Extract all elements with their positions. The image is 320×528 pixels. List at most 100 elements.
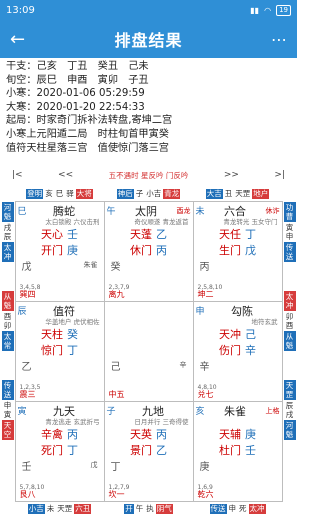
palace-grid: 登明亥巳驿大将 神后子小吉 青龙 大吉丑天罡 地户 巳腾蛇 太白锁殿 六仪击刑 天心壬开门庚…	[14, 186, 283, 516]
star-name: 天心	[41, 227, 63, 241]
palace-branch: 午	[106, 207, 116, 217]
palace-1[interactable]: 巳腾蛇 太白锁殿 六仪击刑 天心壬开门庚戊朱雀 3,4,5,8 巽四	[14, 200, 105, 302]
door-name: 死门	[41, 443, 63, 457]
top-cell: 登明亥巳驿大将	[15, 188, 104, 199]
side-label: 从魁	[283, 331, 296, 351]
palace-branch: 巳	[17, 207, 27, 217]
palace-extra: 辛	[179, 360, 187, 369]
side-label: 天罡	[283, 380, 296, 400]
star-name: 天英	[130, 427, 152, 441]
side-label: 传送	[1, 380, 14, 400]
wifi-icon: ◠	[264, 5, 272, 15]
palace-pattern: 太白锁殿 六仪击刑	[45, 217, 100, 226]
door-name: 开门	[41, 243, 63, 257]
palace-pattern: 青龙转光 玉女守门	[223, 217, 278, 226]
trigram-name: 震三	[19, 389, 36, 399]
top-tag: 驿	[66, 188, 74, 198]
bottom-tag: 太冲	[248, 503, 266, 514]
palace-star: 天英丙	[105, 426, 193, 442]
first-button[interactable]: |<	[12, 170, 23, 180]
door-name: 景门	[130, 443, 152, 457]
palace-9[interactable]: 亥朱雀 上格 天辅庚杜门壬庚 1,6,9 乾六	[192, 400, 283, 502]
side-label: 戌	[3, 223, 12, 232]
palace-door: 生门戊	[194, 242, 282, 258]
palace-branch: 申	[195, 307, 205, 317]
trigram-name: 离九	[108, 289, 125, 299]
palace-branch: 未	[195, 207, 205, 217]
bottom-tag: 申	[228, 503, 237, 513]
door-name: 惊门	[41, 343, 63, 357]
bottom-tag: 午	[135, 503, 144, 513]
star-gan: 壬	[67, 227, 78, 241]
prev-button[interactable]: <<	[58, 170, 73, 180]
bottom-tag: 小吉	[27, 503, 45, 514]
top-tag: 亥	[45, 188, 53, 198]
last-button[interactable]: >|	[274, 170, 285, 180]
star-gan: 己	[245, 327, 256, 341]
side-label: 酉	[3, 312, 12, 321]
palace-4[interactable]: 辰值符 华盖地户 虎伏相佐 天柱癸惊门丁乙 1,2,3,5 震三	[14, 300, 105, 402]
palace-trigram: 乾六	[198, 489, 214, 500]
palace-trigram: 坎一	[109, 489, 125, 500]
palace-pattern: 华盖地户 虎伏相佐	[45, 317, 100, 326]
top-cell: 大吉丑天罡 地户	[193, 188, 282, 199]
palace-earth-gan: 乙	[21, 361, 32, 373]
palace-branch: 辰	[17, 307, 27, 317]
next-button[interactable]: >>	[224, 170, 239, 180]
palace-star: 天柱癸	[16, 326, 104, 342]
star-name: 天蓬	[130, 227, 152, 241]
bottom-tag: 执	[146, 503, 154, 513]
side-label: 太冲	[1, 242, 14, 262]
side-label: 功曹	[283, 202, 296, 222]
palace-6[interactable]: 申勾陈 地符玄武 天冲己伤门辛辛 4,8,10 兑七	[192, 300, 283, 402]
palace-earth-gan: 庚	[199, 461, 210, 473]
top-tag: 神后	[116, 188, 134, 199]
info-xunkong: 旬空：辰巳 申酉 寅卯 子丑	[6, 74, 149, 86]
palace-2[interactable]: 午太阴 酉龙 奇仪顺遂 青龙返首 天蓬乙休门丙癸 2,3,7,9 离九	[103, 200, 194, 302]
palace-door	[105, 342, 193, 355]
palace-tag: 酉龙	[176, 206, 191, 215]
star-gan: 丙	[67, 427, 78, 441]
app-root: 13:09 ▮▮ ◠ 19 ← 排盘结果 ⋯ 干支：己亥 丁丑 癸丑 己未 旬空…	[0, 0, 297, 528]
star-name: 天任	[219, 227, 241, 241]
star-name: 辛禽	[41, 427, 63, 441]
side-label: 天空	[1, 420, 14, 440]
more-options-icon[interactable]: ⋯	[265, 30, 287, 49]
status-icons: ▮▮ ◠ 19	[250, 4, 291, 16]
palace-branch: 子	[106, 407, 116, 417]
star-name: 天冲	[219, 327, 241, 341]
top-tag: 天罡	[235, 188, 251, 198]
trigram-name: 乾六	[197, 489, 214, 499]
palace-door: 景门乙	[105, 442, 193, 458]
info-zhifu: 值符天柱星落三宫 值使惊门落三宫	[6, 142, 169, 154]
trigram-name: 兑七	[197, 389, 214, 399]
palace-door: 死门丁	[16, 442, 104, 458]
palace-tag: 上格	[265, 406, 280, 415]
palace-7[interactable]: 寅九天 青龙逃走 玄武折弓 辛禽丙死门丁壬戊 5,7,8,10 艮八	[14, 400, 105, 502]
palace-star: 天蓬乙	[105, 226, 193, 242]
chart-note: 五不遇时 星反吟 门反吟	[108, 170, 189, 180]
bottom-tag: 天罡	[57, 503, 73, 513]
signal-icon: ▮▮	[250, 5, 260, 15]
battery-icon: 19	[276, 4, 291, 16]
palace-trigram: 震三	[20, 389, 36, 400]
palace-3[interactable]: 未六合 休诈 青龙转光 玉女守门 天任丁生门戊丙 2,5,8,10 坤二	[192, 200, 283, 302]
palace-star: 辛禽丙	[16, 426, 104, 442]
left-side-labels: 河魁 戌 辰 太冲 从魁 酉 卯 太常 传送 申 寅 天空	[1, 201, 14, 501]
star-gan: 丙	[156, 427, 167, 441]
palace-earth-gan: 丁	[110, 461, 121, 473]
palace-8[interactable]: 子九地 日月并行 三奇得使 天英丙景门乙丁 1,2,7,9 坎一	[103, 400, 194, 502]
side-label: 寅	[285, 223, 294, 232]
right-side-labels: 功曹 寅 申 传送 太冲 卯 酉 从魁 天罡 辰 戌 河魁	[283, 201, 296, 501]
back-arrow-icon[interactable]: ←	[10, 29, 32, 50]
palace-extra: 戊	[90, 460, 98, 469]
palace-star: 天辅庚	[194, 426, 282, 442]
palace-star: 天任丁	[194, 226, 282, 242]
palace-5[interactable]: 己 辛中五	[103, 300, 194, 402]
star-gan: 乙	[156, 227, 167, 241]
side-label: 从魁	[1, 291, 14, 311]
palace-trigram: 坤二	[198, 289, 214, 300]
bottom-cell: 开午执阴气	[104, 503, 193, 514]
chart-info: 干支：己亥 丁丑 癸丑 己未 旬空：辰巳 申酉 寅卯 子丑 小寒：2020-01…	[0, 58, 297, 155]
bottom-tag: 未	[46, 503, 55, 513]
